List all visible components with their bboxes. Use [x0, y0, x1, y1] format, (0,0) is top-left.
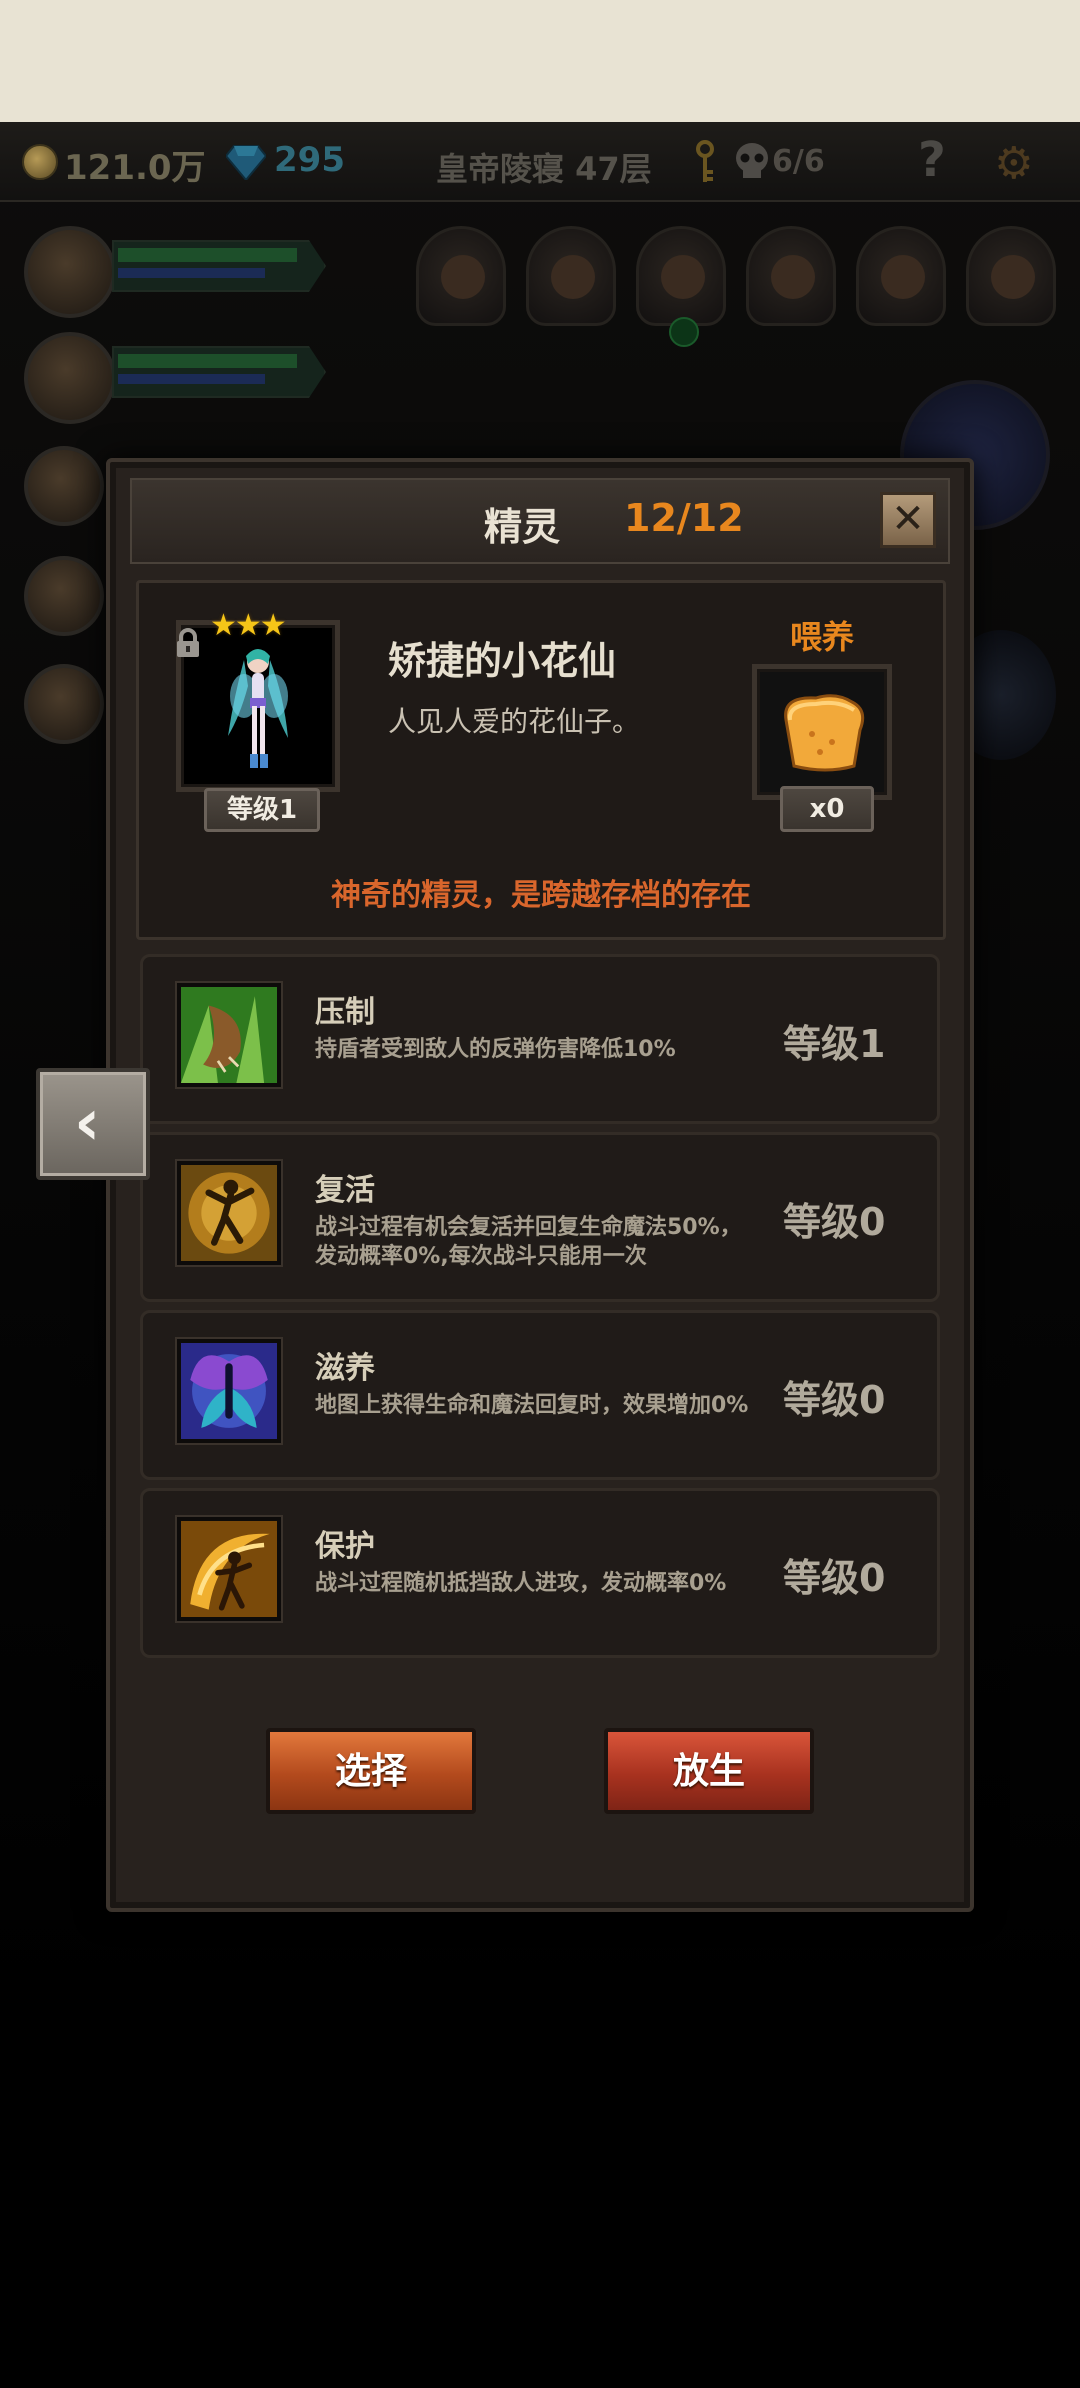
skill-name: 滋养 [315, 1351, 375, 1386]
top-hud: 121.0万 295 皇帝陵寝 47层 6/6 ? ⚙ [0, 122, 1080, 202]
feed-label: 喂养 [790, 618, 855, 656]
spirit-level-badge: 等级1 [204, 788, 320, 832]
help-button[interactable]: ? [918, 132, 946, 188]
gear-icon[interactable]: ⚙ [994, 138, 1033, 189]
hero-portrait-1[interactable] [24, 226, 116, 318]
skill-name: 复活 [315, 1173, 375, 1208]
skill-level: 等级0 [783, 1200, 886, 1244]
skill-row[interactable]: 保护 战斗过程随机抵挡敌人进攻，发动概率0% 等级0 [140, 1488, 940, 1658]
spirit-tagline: 神奇的精灵，是跨越存档的存在 [331, 878, 751, 913]
spirit-name: 矫捷的小花仙 [388, 639, 617, 683]
key-count: 6/6 [772, 144, 825, 179]
fairy-sprite-icon [228, 649, 288, 768]
diamond-icon [226, 145, 266, 180]
item-slot-carrot[interactable] [526, 226, 616, 326]
skull-icon [736, 143, 768, 178]
item-slot-flute[interactable] [746, 226, 836, 326]
suppress-skill-icon [177, 983, 281, 1087]
release-button[interactable]: 放生 [604, 1728, 814, 1814]
feed-quantity: x0 [780, 786, 874, 832]
skill-description: 战斗过程有机会复活并回复生命魔法50%，发动概率0%,每次战斗只能用一次 [315, 1215, 742, 1269]
status-band [0, 0, 1080, 122]
gold-coin-icon [22, 144, 58, 180]
skill-name: 压制 [315, 995, 375, 1030]
hero-portrait-3[interactable] [24, 446, 104, 526]
bread-icon [784, 694, 865, 772]
key-icon [696, 140, 714, 182]
notification-dot-icon [669, 317, 699, 347]
select-button[interactable]: 选择 [266, 1728, 476, 1814]
skill-name: 保护 [315, 1529, 375, 1564]
hero-status-bar-2 [112, 346, 326, 398]
skill-description: 持盾者受到敌人的反弹伤害降低10% [315, 1037, 676, 1062]
revive-skill-icon [177, 1161, 281, 1265]
lock-icon[interactable] [174, 628, 202, 658]
floor-name: 皇帝陵寝 47层 [436, 150, 652, 188]
dialog-title: 精灵 [484, 505, 561, 549]
skill-row[interactable]: 压制 持盾者受到敌人的反弹伤害降低10% 等级1 [140, 954, 940, 1124]
skill-description: 战斗过程随机抵挡敌人进攻，发动概率0% [315, 1571, 727, 1596]
item-slot-horn[interactable] [416, 226, 506, 326]
spirit-count: 12/12 [624, 496, 744, 540]
item-slot-pig[interactable] [966, 226, 1056, 326]
nourish-skill-icon [177, 1339, 281, 1443]
protect-skill-icon [177, 1517, 281, 1621]
chevron-left-icon: ‹ [74, 1086, 101, 1160]
star-rating: ★★★ [210, 608, 287, 643]
gem-amount: 295 [274, 140, 345, 180]
previous-button[interactable]: ‹ [36, 1068, 150, 1180]
skill-level: 等级1 [783, 1022, 886, 1066]
skill-row[interactable]: 滋养 地图上获得生命和魔法回复时，效果增加0% 等级0 [140, 1310, 940, 1480]
skill-row[interactable]: 复活 战斗过程有机会复活并回复生命魔法50%，发动概率0%,每次战斗只能用一次 … [140, 1132, 940, 1302]
skill-level: 等级0 [783, 1378, 886, 1422]
spirit-description: 人见人爱的花仙子。 [388, 705, 641, 738]
item-slot-feather[interactable] [636, 226, 726, 347]
hero-status-bar-1 [112, 240, 326, 292]
hero-portrait-5[interactable] [24, 664, 104, 744]
skill-level: 等级0 [783, 1556, 886, 1600]
gold-amount: 121.0万 [64, 148, 206, 188]
hero-portrait-4[interactable] [24, 556, 104, 636]
item-slot-bell[interactable] [856, 226, 946, 326]
close-button[interactable]: ✕ [880, 492, 936, 548]
hero-portrait-2[interactable] [24, 332, 116, 424]
skill-description: 地图上获得生命和魔法回复时，效果增加0% [315, 1393, 749, 1418]
